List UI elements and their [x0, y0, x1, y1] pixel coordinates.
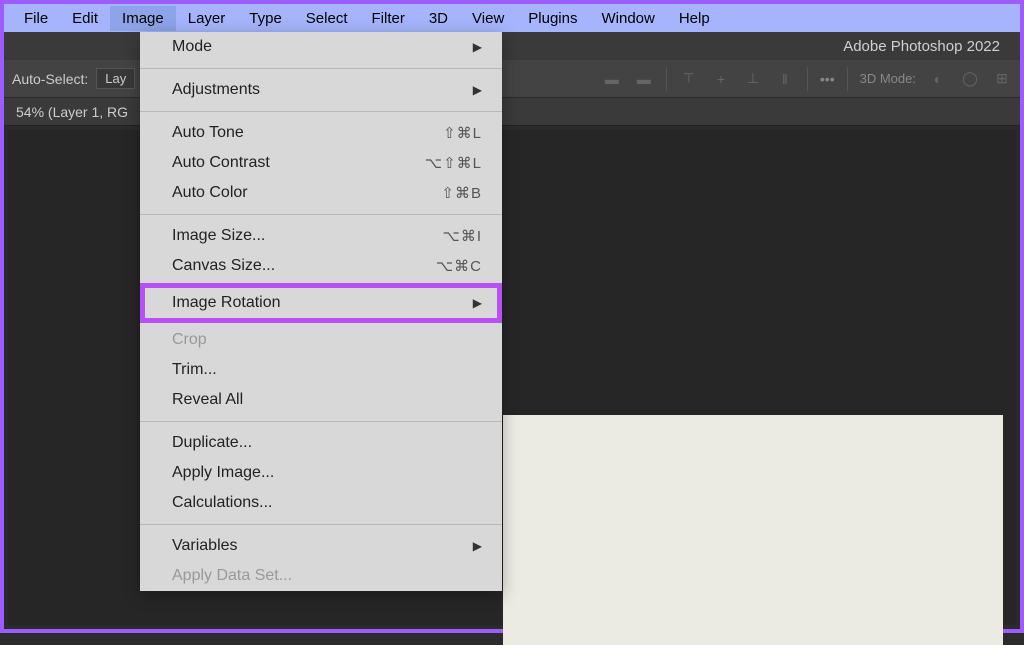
menu-file[interactable]: File: [12, 6, 60, 31]
more-options-icon[interactable]: •••: [820, 71, 835, 87]
align-bottom-icon[interactable]: ⊥: [743, 69, 763, 89]
menu-separator: [140, 214, 502, 215]
menu-item-auto-contrast[interactable]: Auto Contrast ⌥⇧⌘L: [140, 148, 502, 178]
chevron-right-icon: ▶: [473, 539, 482, 553]
menu-item-image-rotation[interactable]: Image Rotation ▶: [140, 283, 502, 323]
menu-filter[interactable]: Filter: [360, 6, 417, 31]
chevron-right-icon: ▶: [473, 40, 482, 54]
divider: [666, 67, 667, 91]
align-middle-icon[interactable]: +: [711, 69, 731, 89]
menu-window[interactable]: Window: [589, 6, 666, 31]
chevron-right-icon: ▶: [473, 83, 482, 97]
mode-3d-label: 3D Mode:: [860, 71, 916, 86]
menu-layer[interactable]: Layer: [176, 6, 238, 31]
align-center-icon[interactable]: ▬: [634, 69, 654, 89]
chevron-right-icon: ▶: [473, 296, 482, 310]
menu-item-mode[interactable]: Mode ▶: [140, 32, 502, 62]
menu-view[interactable]: View: [460, 6, 516, 31]
pan-3d-icon[interactable]: ◯: [960, 69, 980, 89]
app-title: Adobe Photoshop 2022: [843, 38, 1000, 55]
menu-item-crop: Crop: [140, 325, 502, 355]
menu-item-trim[interactable]: Trim...: [140, 355, 502, 385]
shortcut-text: ⌥⇧⌘L: [425, 154, 482, 172]
align-top-icon[interactable]: ⊤: [679, 69, 699, 89]
menu-separator: [140, 111, 502, 112]
menu-plugins[interactable]: Plugins: [516, 6, 589, 31]
menu-item-apply-data-set: Apply Data Set...: [140, 561, 502, 591]
canvas[interactable]: [503, 415, 1003, 645]
auto-select-label: Auto-Select:: [12, 71, 88, 87]
image-menu-dropdown: Mode ▶ Adjustments ▶ Auto Tone ⇧⌘L Auto …: [140, 32, 502, 591]
menu-select[interactable]: Select: [294, 6, 360, 31]
menubar: File Edit Image Layer Type Select Filter…: [4, 4, 1020, 32]
menu-edit[interactable]: Edit: [60, 6, 110, 31]
menu-item-reveal-all[interactable]: Reveal All: [140, 385, 502, 415]
menu-item-auto-tone[interactable]: Auto Tone ⇧⌘L: [140, 118, 502, 148]
shortcut-text: ⇧⌘L: [443, 124, 482, 142]
menu-separator: [140, 421, 502, 422]
menu-item-auto-color[interactable]: Auto Color ⇧⌘B: [140, 178, 502, 208]
menu-item-calculations[interactable]: Calculations...: [140, 488, 502, 518]
menu-item-image-size[interactable]: Image Size... ⌥⌘I: [140, 221, 502, 251]
menu-type[interactable]: Type: [237, 6, 294, 31]
document-tab-label: 54% (Layer 1, RG: [16, 104, 128, 120]
divider: [807, 67, 808, 91]
menu-item-variables[interactable]: Variables ▶: [140, 531, 502, 561]
menu-item-canvas-size[interactable]: Canvas Size... ⌥⌘C: [140, 251, 502, 281]
divider: [847, 67, 848, 91]
layer-dropdown[interactable]: Lay: [96, 68, 135, 89]
shortcut-text: ⇧⌘B: [441, 184, 482, 202]
menu-separator: [140, 68, 502, 69]
shortcut-text: ⌥⌘I: [443, 227, 482, 245]
menu-image[interactable]: Image: [110, 6, 176, 31]
menu-item-adjustments[interactable]: Adjustments ▶: [140, 75, 502, 105]
menu-separator: [140, 524, 502, 525]
shortcut-text: ⌥⌘C: [436, 257, 482, 275]
menu-item-apply-image[interactable]: Apply Image...: [140, 458, 502, 488]
menu-help[interactable]: Help: [667, 6, 722, 31]
menu-3d[interactable]: 3D: [417, 6, 460, 31]
menu-item-duplicate[interactable]: Duplicate...: [140, 428, 502, 458]
distribute-icon[interactable]: ‖: [775, 69, 795, 89]
align-left-icon[interactable]: ▬: [602, 69, 622, 89]
orbit-3d-icon[interactable]: ◐: [928, 69, 948, 89]
slide-3d-icon[interactable]: ⊞: [992, 69, 1012, 89]
